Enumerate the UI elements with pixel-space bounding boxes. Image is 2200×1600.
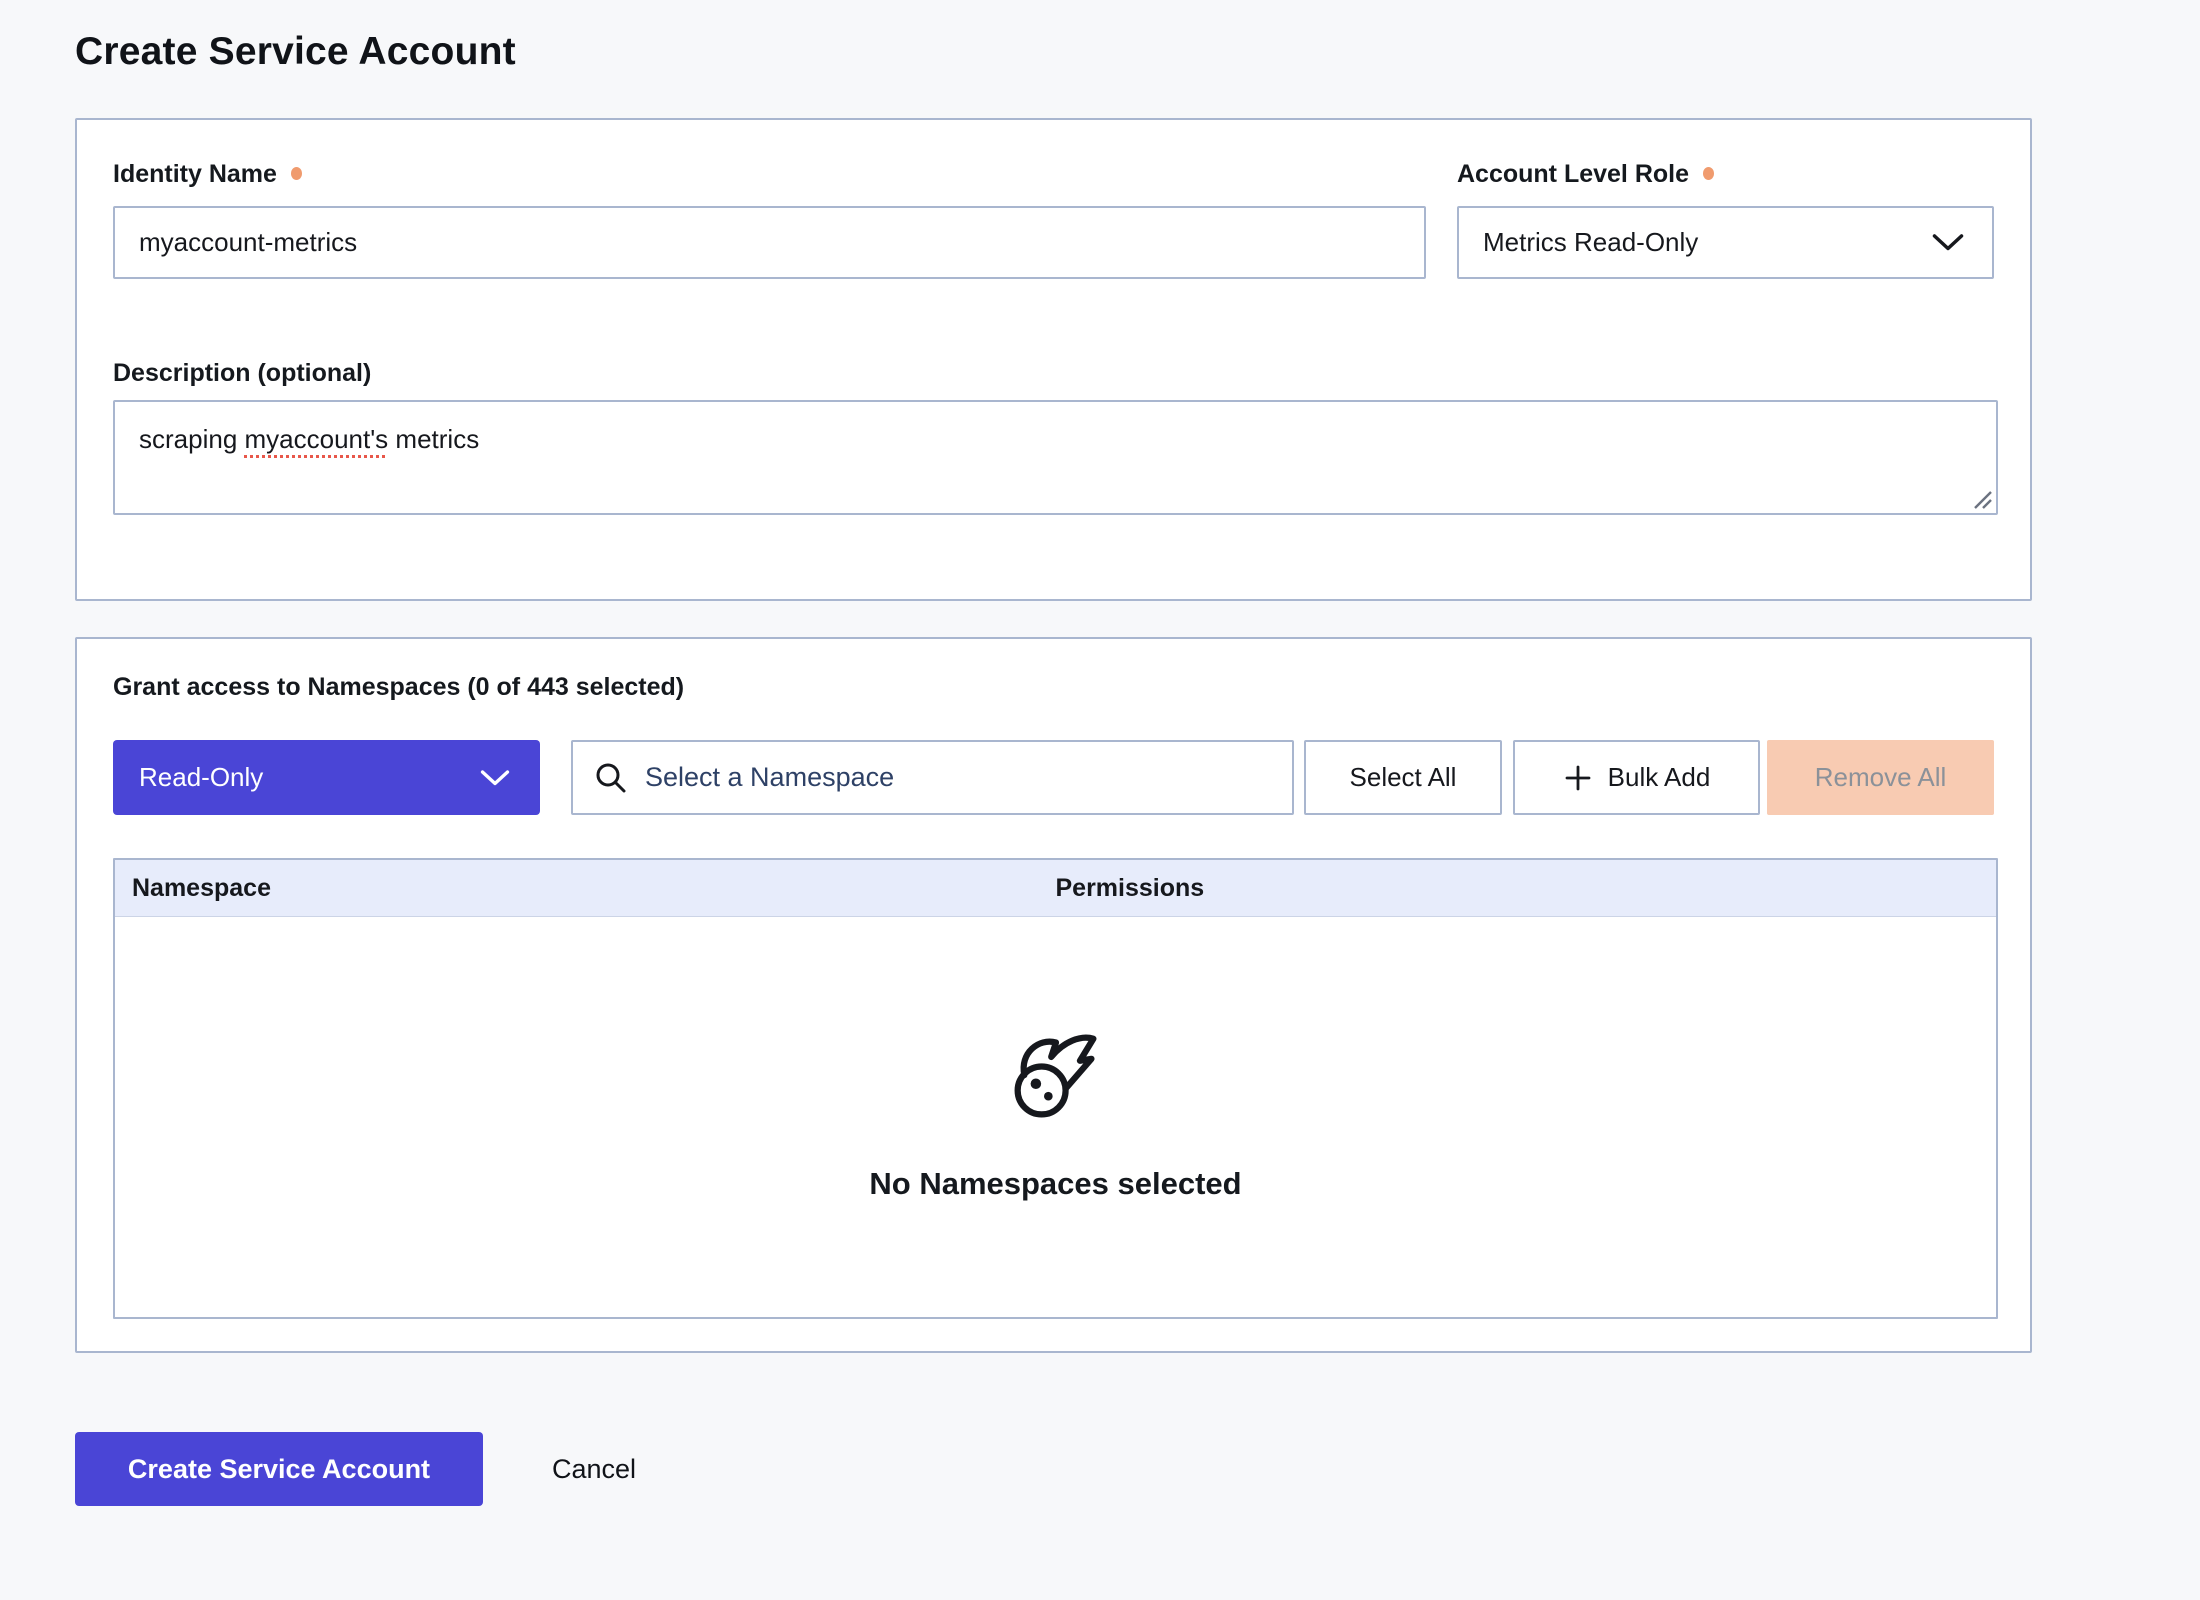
description-text-prefix: scraping xyxy=(139,424,245,454)
namespaces-table-header: Namespace Permissions xyxy=(115,860,1996,917)
identity-name-label: Identity Name xyxy=(113,160,1426,189)
description-text-misspelled: myaccount's xyxy=(245,424,389,454)
account-role-selected-value: Metrics Read-Only xyxy=(1483,227,1698,258)
footer-actions: Create Service Account Cancel xyxy=(75,1432,2200,1506)
select-all-label: Select All xyxy=(1350,762,1457,793)
select-all-button[interactable]: Select All xyxy=(1304,740,1502,815)
namespace-search[interactable] xyxy=(571,740,1294,815)
permission-dropdown[interactable]: Read-Only xyxy=(113,740,540,815)
namespaces-section-title: Grant access to Namespaces (0 of 443 sel… xyxy=(113,673,1994,702)
account-role-label-text: Account Level Role xyxy=(1457,160,1689,189)
page-title: Create Service Account xyxy=(75,30,2200,74)
remove-all-button[interactable]: Remove All xyxy=(1767,740,1994,815)
description-textarea[interactable]: scraping myaccount's metrics xyxy=(113,400,1998,515)
plus-icon xyxy=(1563,763,1593,793)
comet-icon xyxy=(1010,1032,1102,1124)
account-role-field-group: Account Level Role Metrics Read-Only xyxy=(1457,160,1994,279)
identity-row: Identity Name Account Level Role Metrics… xyxy=(113,160,1994,279)
required-dot xyxy=(291,167,302,180)
column-header-namespace: Namespace xyxy=(115,874,1056,903)
namespaces-table: Namespace Permissions No Namespaces sele… xyxy=(113,858,1998,1319)
identity-card: Identity Name Account Level Role Metrics… xyxy=(75,118,2032,601)
description-label: Description (optional) xyxy=(113,359,1994,388)
bulk-add-button[interactable]: Bulk Add xyxy=(1513,740,1760,815)
namespace-controls: Read-Only Select All Bulk Add xyxy=(113,740,1994,815)
namespace-search-input[interactable] xyxy=(645,762,1272,793)
search-icon xyxy=(593,760,629,796)
namespaces-card: Grant access to Namespaces (0 of 443 sel… xyxy=(75,637,2032,1353)
description-field-group: Description (optional) scraping myaccoun… xyxy=(113,359,1994,515)
chevron-down-icon xyxy=(480,769,510,787)
identity-name-field-group: Identity Name xyxy=(113,160,1426,279)
chevron-down-icon xyxy=(1932,233,1964,252)
required-dot xyxy=(1703,167,1714,180)
column-header-permissions: Permissions xyxy=(1056,874,1997,903)
description-text-suffix: metrics xyxy=(388,424,479,454)
identity-name-label-text: Identity Name xyxy=(113,160,277,189)
resize-handle-icon[interactable] xyxy=(1971,488,1993,510)
account-role-select[interactable]: Metrics Read-Only xyxy=(1457,206,1994,279)
remove-all-label: Remove All xyxy=(1815,762,1947,793)
bulk-add-label: Bulk Add xyxy=(1608,762,1711,793)
namespaces-table-body: No Namespaces selected xyxy=(115,917,1996,1317)
permission-dropdown-value: Read-Only xyxy=(139,762,263,793)
description-label-text: Description (optional) xyxy=(113,359,371,388)
account-role-label: Account Level Role xyxy=(1457,160,1994,189)
empty-state-message: No Namespaces selected xyxy=(869,1166,1241,1202)
cancel-button[interactable]: Cancel xyxy=(552,1454,636,1485)
create-service-account-page: Create Service Account Identity Name Acc… xyxy=(0,0,2200,1506)
identity-name-input[interactable] xyxy=(113,206,1426,279)
create-service-account-button[interactable]: Create Service Account xyxy=(75,1432,483,1506)
